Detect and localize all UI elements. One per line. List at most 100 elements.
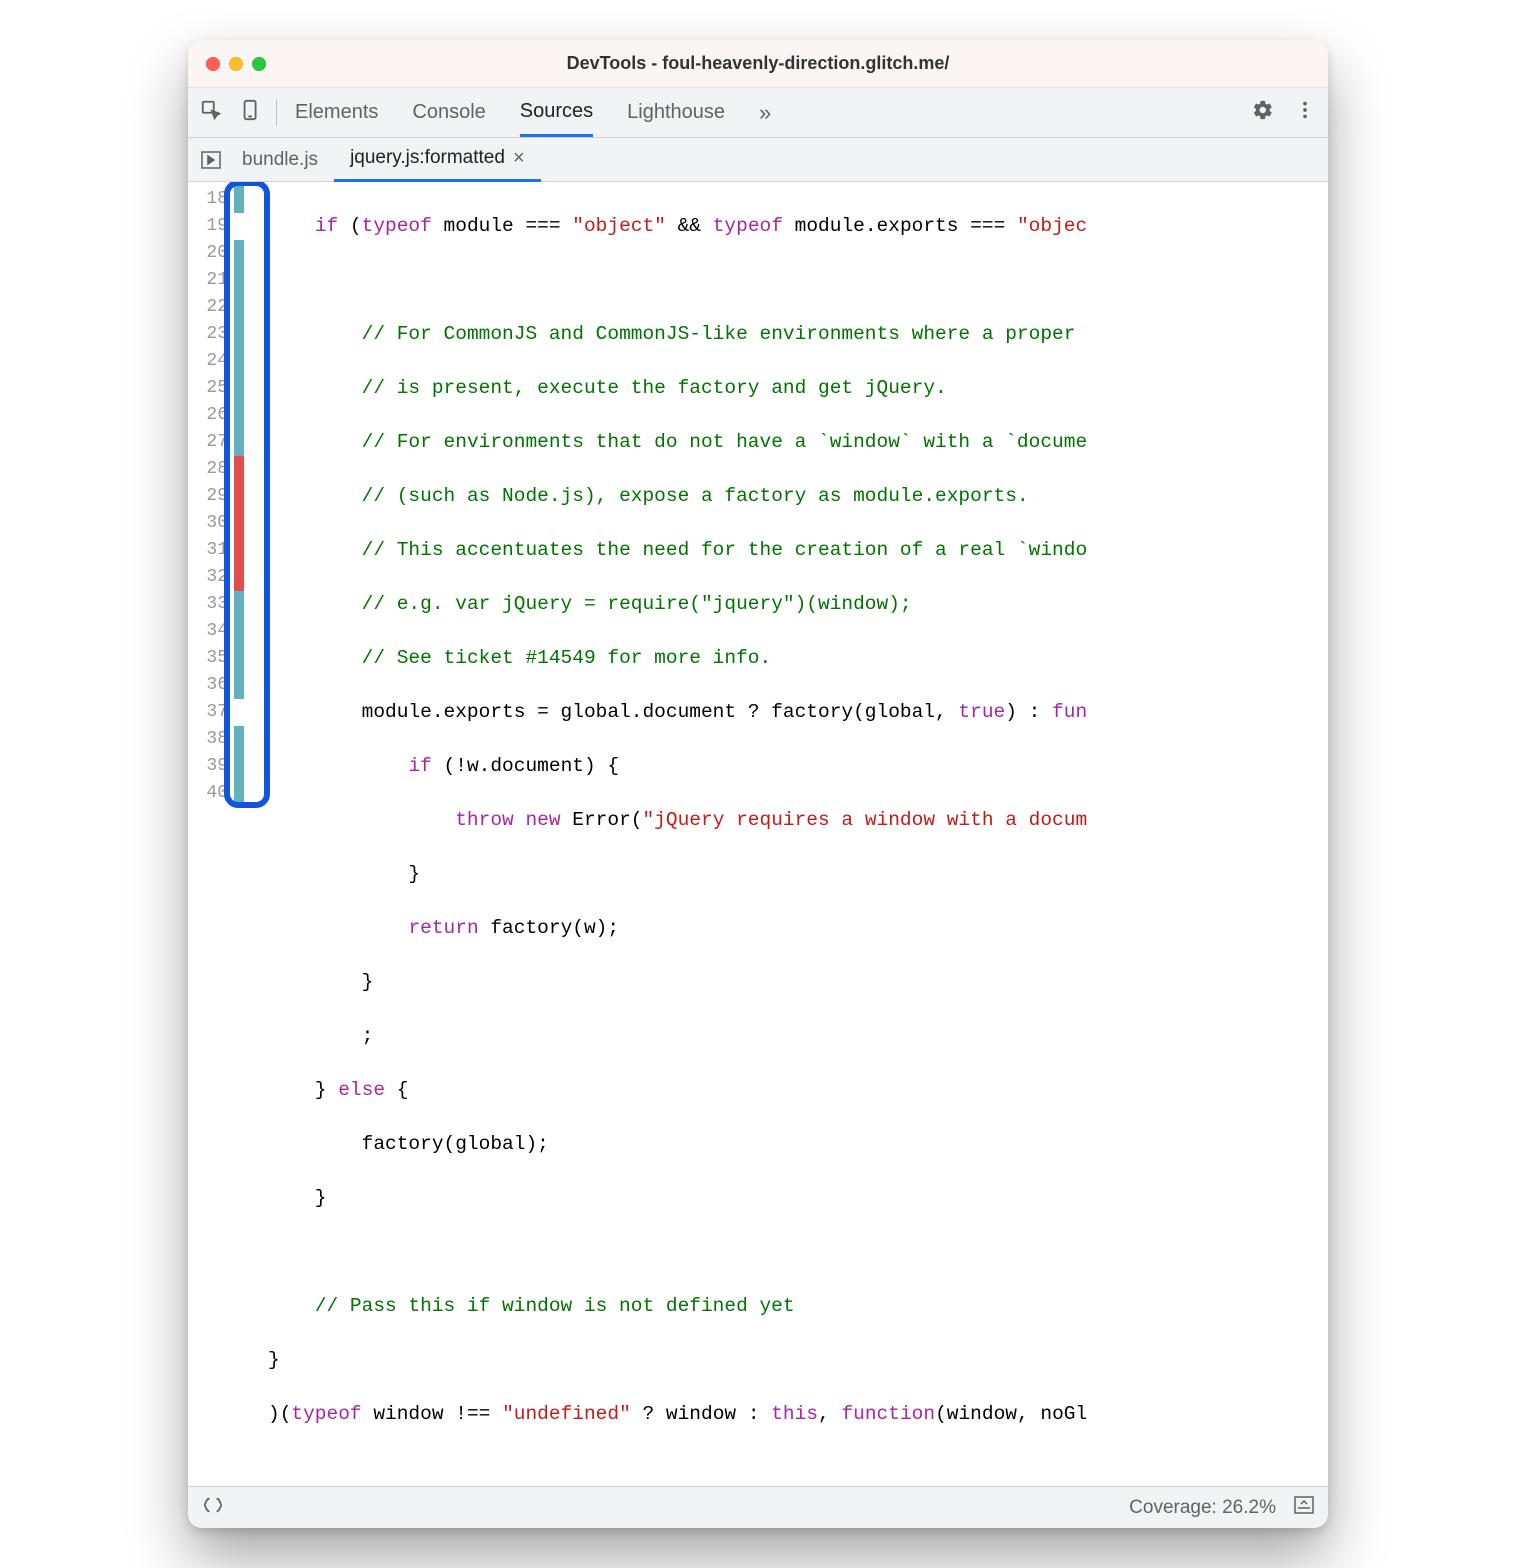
gutter-row[interactable]: 23 <box>188 321 244 348</box>
line-number: 28 <box>188 456 232 483</box>
tab-elements[interactable]: Elements <box>295 90 378 135</box>
device-toggle-icon[interactable] <box>240 99 262 126</box>
line-number: 40 <box>188 780 232 807</box>
kebab-menu-icon[interactable] <box>1294 99 1316 126</box>
code-line: // (such as Node.js), expose a factory a… <box>268 483 1328 510</box>
line-number: 21 <box>188 267 232 294</box>
code-line: if (typeof module === "object" && typeof… <box>268 213 1328 240</box>
coverage-bar <box>234 240 244 267</box>
line-number: 35 <box>188 645 232 672</box>
coverage-bar <box>234 699 244 726</box>
line-number: 37 <box>188 699 232 726</box>
coverage-bar <box>234 780 244 807</box>
gutter-row[interactable]: 30 <box>188 510 244 537</box>
line-number: 26 <box>188 402 232 429</box>
tab-sources[interactable]: Sources <box>520 89 593 137</box>
window-title: DevTools - foul-heavenly-direction.glitc… <box>188 53 1328 74</box>
gutter-row[interactable]: 25 <box>188 375 244 402</box>
code-line: return factory(w); <box>268 915 1328 942</box>
tab-console[interactable]: Console <box>412 90 485 135</box>
code-content[interactable]: if (typeof module === "object" && typeof… <box>244 182 1328 1486</box>
navigator-toggle-icon[interactable] <box>196 151 226 169</box>
line-number: 30 <box>188 510 232 537</box>
code-editor: 1819202122232425262728293031323334353637… <box>188 182 1328 1486</box>
code-line: // is present, execute the factory and g… <box>268 375 1328 402</box>
devtools-window: DevTools - foul-heavenly-direction.glitc… <box>188 40 1328 1528</box>
coverage-bar <box>234 375 244 402</box>
code-line: factory(global); <box>268 1131 1328 1158</box>
gutter-row[interactable]: 36 <box>188 672 244 699</box>
tab-lighthouse[interactable]: Lighthouse <box>627 90 725 135</box>
panel-tabs: Elements Console Sources Lighthouse » <box>295 89 1252 137</box>
code-line: } <box>268 1347 1328 1374</box>
line-number: 22 <box>188 294 232 321</box>
close-window-button[interactable] <box>206 57 220 71</box>
line-number: 36 <box>188 672 232 699</box>
line-number: 34 <box>188 618 232 645</box>
line-number: 20 <box>188 240 232 267</box>
inspect-element-icon[interactable] <box>200 99 222 126</box>
gutter-row[interactable]: 39 <box>188 753 244 780</box>
gutter-row[interactable]: 21 <box>188 267 244 294</box>
gutter-row[interactable]: 24 <box>188 348 244 375</box>
line-gutter: 1819202122232425262728293031323334353637… <box>188 182 244 811</box>
code-line <box>268 267 1328 294</box>
coverage-bar <box>234 321 244 348</box>
coverage-bar <box>234 510 244 537</box>
line-number: 27 <box>188 429 232 456</box>
code-line: } else { <box>268 1077 1328 1104</box>
gutter-row[interactable]: 29 <box>188 483 244 510</box>
gutter-row[interactable]: 40 <box>188 780 244 807</box>
file-tab-bundle[interactable]: bundle.js <box>226 140 334 180</box>
coverage-bar <box>234 483 244 510</box>
gutter-row[interactable]: 19 <box>188 213 244 240</box>
line-number: 38 <box>188 726 232 753</box>
gutter-row[interactable]: 27 <box>188 429 244 456</box>
sidebar-toggle-icon[interactable] <box>1294 1496 1314 1520</box>
code-line: } <box>268 1185 1328 1212</box>
code-line: // See ticket #14549 for more info. <box>268 645 1328 672</box>
line-number: 19 <box>188 213 232 240</box>
code-line: // e.g. var jQuery = require("jquery")(w… <box>268 591 1328 618</box>
code-line: ; <box>268 1023 1328 1050</box>
code-line: module.exports = global.document ? facto… <box>268 699 1328 726</box>
minimize-window-button[interactable] <box>229 57 243 71</box>
pretty-print-icon[interactable] <box>202 1496 224 1520</box>
traffic-lights <box>206 57 266 71</box>
coverage-bar <box>234 456 244 483</box>
coverage-bar <box>234 753 244 780</box>
gutter-row[interactable]: 38 <box>188 726 244 753</box>
coverage-bar <box>234 618 244 645</box>
code-line: // For environments that do not have a `… <box>268 429 1328 456</box>
coverage-bar <box>234 645 244 672</box>
gutter-row[interactable]: 34 <box>188 618 244 645</box>
gutter-row[interactable]: 22 <box>188 294 244 321</box>
settings-icon[interactable] <box>1252 99 1274 126</box>
gutter-row[interactable]: 31 <box>188 537 244 564</box>
gutter-row[interactable]: 35 <box>188 645 244 672</box>
maximize-window-button[interactable] <box>252 57 266 71</box>
gutter-row[interactable]: 18 <box>188 186 244 213</box>
line-number: 39 <box>188 753 232 780</box>
code-line: // For CommonJS and CommonJS-like enviro… <box>268 321 1328 348</box>
close-tab-icon[interactable]: × <box>513 147 525 170</box>
code-line: // Pass this if window is not defined ye… <box>268 1293 1328 1320</box>
code-line: } <box>268 861 1328 888</box>
coverage-bar <box>234 672 244 699</box>
coverage-bar <box>234 537 244 564</box>
gutter-row[interactable]: 26 <box>188 402 244 429</box>
line-number: 18 <box>188 186 232 213</box>
line-number: 31 <box>188 537 232 564</box>
gutter-row[interactable]: 20 <box>188 240 244 267</box>
coverage-bar <box>234 186 244 213</box>
file-tab-label: bundle.js <box>242 149 318 171</box>
line-number: 24 <box>188 348 232 375</box>
file-tab-jquery[interactable]: jquery.js:formatted × <box>334 138 541 182</box>
gutter-row[interactable]: 32 <box>188 564 244 591</box>
gutter-row[interactable]: 28 <box>188 456 244 483</box>
line-number: 29 <box>188 483 232 510</box>
gutter-row[interactable]: 37 <box>188 699 244 726</box>
more-tabs-icon[interactable]: » <box>759 100 771 126</box>
gutter-row[interactable]: 33 <box>188 591 244 618</box>
line-number: 32 <box>188 564 232 591</box>
